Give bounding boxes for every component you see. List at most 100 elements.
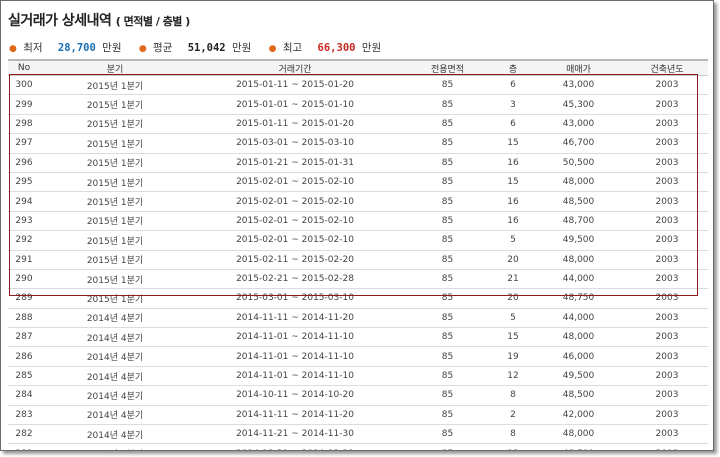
table-row[interactable]: 2812014년 4분기2014-12-21 ~ 2014-12-3185134…	[8, 443, 708, 450]
summary-min-unit: 만원	[102, 42, 122, 54]
cell-floor: 15	[495, 133, 531, 154]
cell-price: 42,000	[531, 405, 626, 426]
table-row[interactable]: 293 2015년 1분기 2015-02-01 ~ 2015-02-10 85 16 4…	[8, 211, 708, 232]
page-title: 실거래가 상세내역 ( 면적별 / 층별 )	[8, 10, 190, 30]
table-row[interactable]: 295 2015년 1분기 2015-02-01 ~ 2015-02-10 85 15 4…	[8, 172, 708, 193]
cell-built-year: 2003	[626, 133, 708, 154]
cell-floor: 16	[495, 153, 531, 173]
cell-quarter: 2014년 4분기	[40, 443, 190, 450]
cell-period: 2015-03-01 ~ 2015-03-10	[190, 133, 400, 154]
cell-period: 2014-11-11 ~ 2014-11-20	[190, 405, 400, 426]
cell-period: 2015-02-21 ~ 2015-02-28	[190, 269, 400, 290]
cell-floor: 3	[495, 94, 531, 115]
cell-period: 2014-11-01 ~ 2014-11-10	[190, 366, 400, 387]
cell-no: 300	[8, 75, 40, 96]
column-header-price[interactable]: 매매가	[531, 59, 626, 76]
cell-built-year: 2003	[626, 94, 708, 115]
column-header-no[interactable]: No	[8, 59, 40, 76]
cell-period: 2015-02-01 ~ 2015-02-10	[190, 230, 400, 251]
cell-period: 2014-11-11 ~ 2014-11-20	[190, 308, 400, 329]
cell-area: 85	[400, 327, 495, 348]
table-row[interactable]: 300 2015년 1분기 2015-01-11 ~ 2015-01-20 85 6 43…	[8, 75, 708, 96]
column-header-quarter[interactable]: 분기	[40, 59, 190, 76]
cell-floor: 5	[495, 308, 531, 329]
cell-no: 283	[8, 405, 40, 426]
table-row[interactable]: 286 2014년 4분기 2014-11-01 ~ 2014-11-10 85 19 4…	[8, 346, 708, 367]
table-row[interactable]: 298 2015년 1분기 2015-01-11 ~ 2015-01-20 85 6 43…	[8, 114, 708, 135]
cell-no: 293	[8, 211, 40, 232]
table-row[interactable]: 288 2014년 4분기 2014-11-11 ~ 2014-11-20 85 5 44…	[8, 308, 708, 329]
table-row[interactable]: 294 2015년 1분기 2015-02-01 ~ 2015-02-10 85 16 4…	[8, 191, 708, 212]
cell-area: 85	[400, 172, 495, 193]
cell-built-year: 2003	[626, 443, 708, 450]
cell-built-year: 2003	[626, 385, 708, 406]
summary-min-value: 28,700	[57, 42, 96, 54]
cell-built-year: 2003	[626, 308, 708, 329]
column-header-area[interactable]: 전용면적	[400, 59, 495, 76]
table-row[interactable]: 283 2014년 4분기 2014-11-11 ~ 2014-11-20 85 2 42…	[8, 405, 708, 426]
cell-quarter: 2014년 4분기	[40, 405, 190, 426]
cell-floor: 8	[495, 385, 531, 406]
cell-built-year: 2003	[626, 405, 708, 426]
cell-area: 85	[400, 114, 495, 135]
table-header-row: No 분기 거래기간 전용면적 층 매매가 건축년도	[8, 59, 708, 76]
cell-area: 85	[400, 250, 495, 270]
cell-quarter: 2014년 4분기	[40, 327, 190, 348]
table-row[interactable]: 290 2015년 1분기 2015-02-21 ~ 2015-02-28 85 21 4…	[8, 269, 708, 290]
summary-avg-value: 51,042	[187, 42, 226, 54]
table-row[interactable]: 297 2015년 1분기 2015-03-01 ~ 2015-03-10 85 15 4…	[8, 133, 708, 154]
summary-avg: ● 평균 51,042 만원	[139, 40, 251, 55]
cell-price: 48,000	[531, 327, 626, 348]
cell-floor: 8	[495, 424, 531, 445]
cell-floor: 16	[495, 211, 531, 232]
column-header-floor[interactable]: 층	[495, 59, 531, 76]
cell-period: 2015-01-21 ~ 2015-01-31	[190, 153, 400, 173]
cell-period: 2014-10-11 ~ 2014-10-20	[190, 385, 400, 406]
cell-floor: 20	[495, 288, 531, 309]
cell-built-year: 2003	[626, 153, 708, 173]
cell-floor: 5	[495, 230, 531, 251]
cell-built-year: 2003	[626, 172, 708, 193]
cell-price: 43,000	[531, 114, 626, 135]
cell-floor: 6	[495, 75, 531, 96]
table-row[interactable]: 289 2015년 1분기 2015-03-01 ~ 2015-03-10 85 20 4…	[8, 288, 708, 309]
cell-quarter: 2015년 1분기	[40, 94, 190, 115]
cell-price: 48,500	[531, 191, 626, 212]
cell-period: 2014-11-01 ~ 2014-11-10	[190, 327, 400, 348]
cell-no: 281	[8, 443, 40, 450]
table-row[interactable]: 287 2014년 4분기 2014-11-01 ~ 2014-11-10 85 15 4…	[8, 327, 708, 348]
cell-period: 2014-11-21 ~ 2014-11-30	[190, 424, 400, 445]
cell-built-year: 2003	[626, 269, 708, 290]
cell-area: 85	[400, 94, 495, 115]
cell-quarter: 2015년 1분기	[40, 288, 190, 309]
table-row[interactable]: 292 2015년 1분기 2015-02-01 ~ 2015-02-10 85 5 49…	[8, 230, 708, 251]
cell-quarter: 2015년 1분기	[40, 153, 190, 173]
table-row[interactable]: 282 2014년 4분기 2014-11-21 ~ 2014-11-30 85 8 48…	[8, 424, 708, 445]
cell-area: 85	[400, 346, 495, 367]
cell-price: 46,700	[531, 133, 626, 154]
table-row[interactable]: 291 2015년 1분기 2015-02-11 ~ 2015-02-20 85 20 4…	[8, 250, 708, 270]
cell-quarter: 2014년 4분기	[40, 385, 190, 406]
price-summary: ● 최저 28,700 만원 ● 평균 51,042 만원 ● 최고 66,30…	[9, 40, 395, 54]
cell-price: 48,000	[531, 424, 626, 445]
table-row[interactable]: 296 2015년 1분기 2015-01-21 ~ 2015-01-31 85 16 5…	[8, 153, 708, 173]
column-header-period[interactable]: 거래기간	[190, 59, 400, 76]
cell-no: 282	[8, 424, 40, 445]
cell-price: 48,000	[531, 172, 626, 193]
cell-quarter: 2015년 1분기	[40, 191, 190, 212]
table-row[interactable]: 299 2015년 1분기 2015-01-01 ~ 2015-01-10 85 3 45…	[8, 94, 708, 115]
summary-avg-unit: 만원	[231, 42, 252, 54]
cell-no: 286	[8, 346, 40, 367]
cell-quarter: 2015년 1분기	[40, 211, 190, 232]
table-row[interactable]: 284 2014년 4분기 2014-10-11 ~ 2014-10-20 85 8 48…	[8, 385, 708, 406]
cell-period: 2015-02-01 ~ 2015-02-10	[190, 191, 400, 212]
table-row[interactable]: 285 2014년 4분기 2014-11-01 ~ 2014-11-10 85 12 4…	[8, 366, 708, 387]
cell-built-year: 2003	[626, 366, 708, 387]
cell-no: 290	[8, 269, 40, 290]
cell-quarter: 2015년 1분기	[40, 230, 190, 251]
cell-no: 296	[8, 153, 40, 173]
cell-price: 48,700	[531, 211, 626, 232]
cell-no: 285	[8, 366, 40, 387]
column-header-built-year[interactable]: 건축년도	[626, 59, 708, 76]
cell-floor: 19	[495, 346, 531, 367]
